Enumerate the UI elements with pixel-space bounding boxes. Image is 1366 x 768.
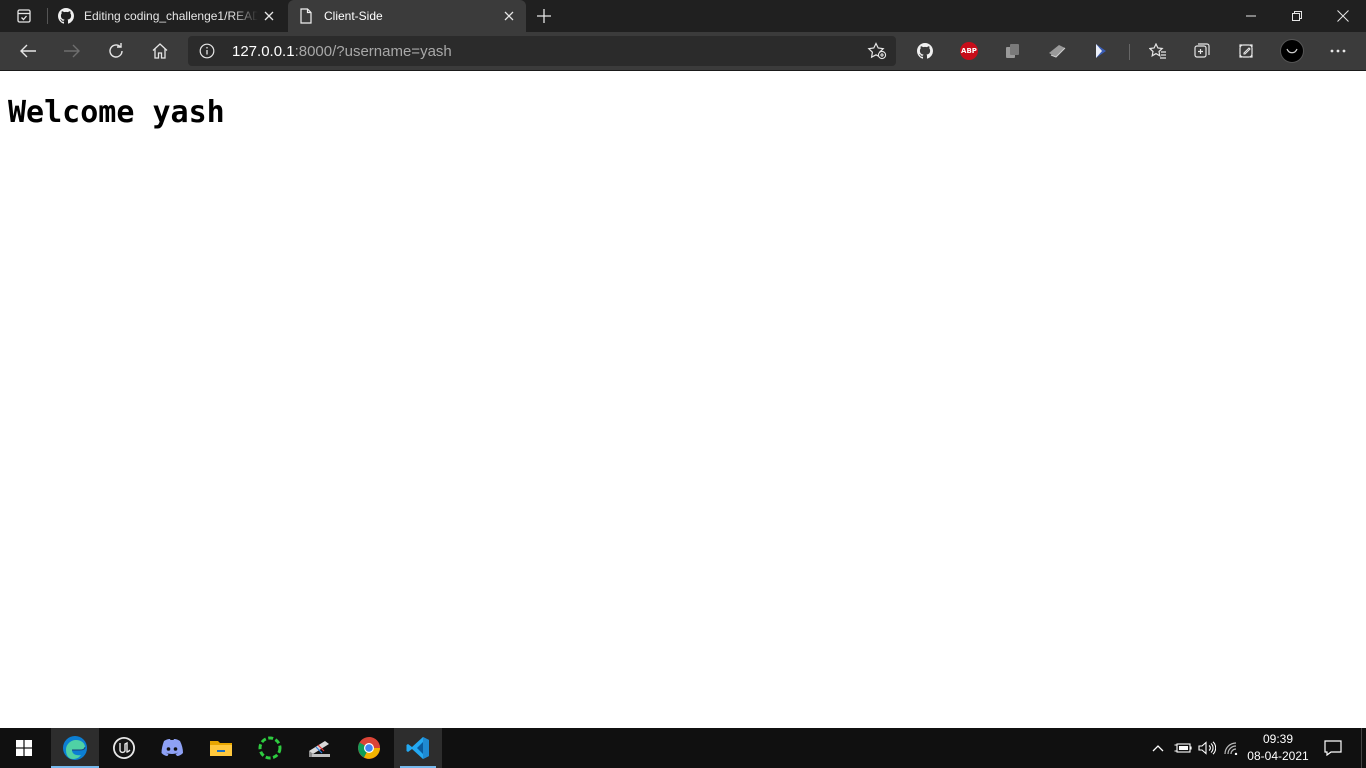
minimize-button[interactable] [1228, 0, 1274, 32]
add-favorite-button[interactable] [866, 41, 888, 61]
toolbar-separator [1129, 44, 1130, 60]
github-extension-button[interactable] [909, 37, 941, 65]
favorites-button[interactable] [1142, 37, 1174, 65]
github-icon [58, 8, 74, 24]
adblock-plus-icon: ABP [960, 42, 978, 60]
tab-actions-icon [17, 9, 31, 23]
star-add-icon [867, 42, 887, 60]
arrow-left-icon [20, 44, 36, 58]
extension-button[interactable] [997, 37, 1029, 65]
network-button[interactable] [1220, 728, 1242, 768]
tab-close-button[interactable] [258, 5, 280, 27]
show-hidden-icons-button[interactable] [1148, 728, 1168, 768]
info-icon[interactable] [198, 42, 216, 60]
minimize-icon [1246, 15, 1256, 17]
page-heading: Welcome yash [8, 95, 225, 130]
unreal-engine-icon [113, 737, 135, 759]
settings-more-button[interactable] [1322, 37, 1354, 65]
url-host: 127.0.0.1 [232, 43, 295, 60]
clock-date: 08-04-2021 [1247, 749, 1309, 763]
tab-title: Editing coding_challenge1/READ [84, 9, 258, 23]
collections-button[interactable] [1186, 37, 1218, 65]
chevron-up-icon [1152, 745, 1164, 752]
notification-icon [1324, 740, 1342, 756]
battery-icon [1174, 743, 1192, 753]
edge-icon [63, 736, 87, 760]
adblock-plus-button[interactable]: ABP [953, 37, 985, 65]
github-icon [917, 43, 933, 59]
browser-toolbar: 127.0.0.1:8000/?username=yash ABP [0, 32, 1366, 71]
app-icon [309, 741, 330, 757]
vscode-icon [406, 737, 429, 759]
taskbar-vscode[interactable] [394, 728, 442, 768]
file-explorer-icon [210, 741, 232, 756]
plus-icon [537, 9, 551, 23]
tab-title: Client-Side [324, 9, 383, 23]
web-capture-button[interactable] [1230, 37, 1262, 65]
page-icon [298, 8, 314, 24]
favorites-icon [1149, 43, 1166, 59]
battery-button[interactable] [1172, 728, 1194, 768]
url-text[interactable]: 127.0.0.1:8000/?username=yash [232, 43, 452, 60]
tab-client-side[interactable]: Client-Side [288, 0, 526, 32]
home-icon [152, 43, 168, 59]
show-desktop-button[interactable] [1361, 728, 1366, 768]
close-window-button[interactable] [1320, 0, 1366, 32]
new-tab-button[interactable] [532, 4, 556, 28]
profile-button[interactable] [1276, 37, 1308, 65]
taskbar-discord[interactable] [148, 728, 196, 768]
web-capture-icon [1239, 44, 1253, 58]
taskbar-app[interactable] [295, 728, 343, 768]
taskbar-chrome[interactable] [345, 728, 393, 768]
volume-button[interactable] [1196, 728, 1218, 768]
close-icon [504, 11, 514, 21]
clock-time: 09:39 [1262, 732, 1294, 746]
wifi-icon [1224, 742, 1238, 755]
page-content: Welcome yash [0, 71, 1366, 728]
address-bar[interactable]: 127.0.0.1:8000/?username=yash [188, 36, 896, 66]
extension-button[interactable] [1085, 37, 1117, 65]
taskbar-file-explorer[interactable] [197, 728, 245, 768]
extension-icon [1049, 45, 1066, 58]
tab-close-button[interactable] [498, 5, 520, 27]
chrome-icon [358, 737, 380, 759]
close-icon [264, 11, 274, 21]
taskbar-app[interactable] [246, 728, 294, 768]
taskbar-unreal[interactable] [100, 728, 148, 768]
forward-button[interactable] [56, 37, 88, 65]
restore-button[interactable] [1274, 0, 1320, 32]
windows-start-icon [16, 740, 32, 756]
back-button[interactable] [12, 37, 44, 65]
arrow-right-icon [64, 44, 80, 58]
avatar [1280, 39, 1304, 63]
taskbar-edge[interactable] [51, 728, 99, 768]
discord-icon [161, 739, 183, 756]
taskbar: 09:39 08-04-2021 [0, 728, 1366, 768]
app-icon [258, 736, 282, 760]
start-button[interactable] [0, 728, 48, 768]
more-icon [1330, 49, 1346, 53]
refresh-button[interactable] [100, 37, 132, 65]
taskbar-clock[interactable]: 09:39 08-04-2021 [1240, 731, 1316, 765]
home-button[interactable] [144, 37, 176, 65]
collections-icon [1194, 43, 1210, 58]
close-icon [1337, 10, 1349, 22]
url-path: :8000/?username=yash [294, 43, 452, 60]
tab-github[interactable]: Editing coding_challenge1/READ [48, 0, 286, 32]
tab-actions-button[interactable] [8, 4, 40, 28]
extension-icon [1006, 44, 1019, 58]
refresh-icon [109, 43, 123, 58]
tab-strip: Editing coding_challenge1/READ Client-Si… [0, 0, 1366, 32]
volume-icon [1198, 741, 1216, 755]
restore-icon [1292, 11, 1302, 21]
extension-button[interactable] [1041, 37, 1073, 65]
action-center-button[interactable] [1318, 728, 1348, 768]
extension-icon [1096, 44, 1106, 58]
